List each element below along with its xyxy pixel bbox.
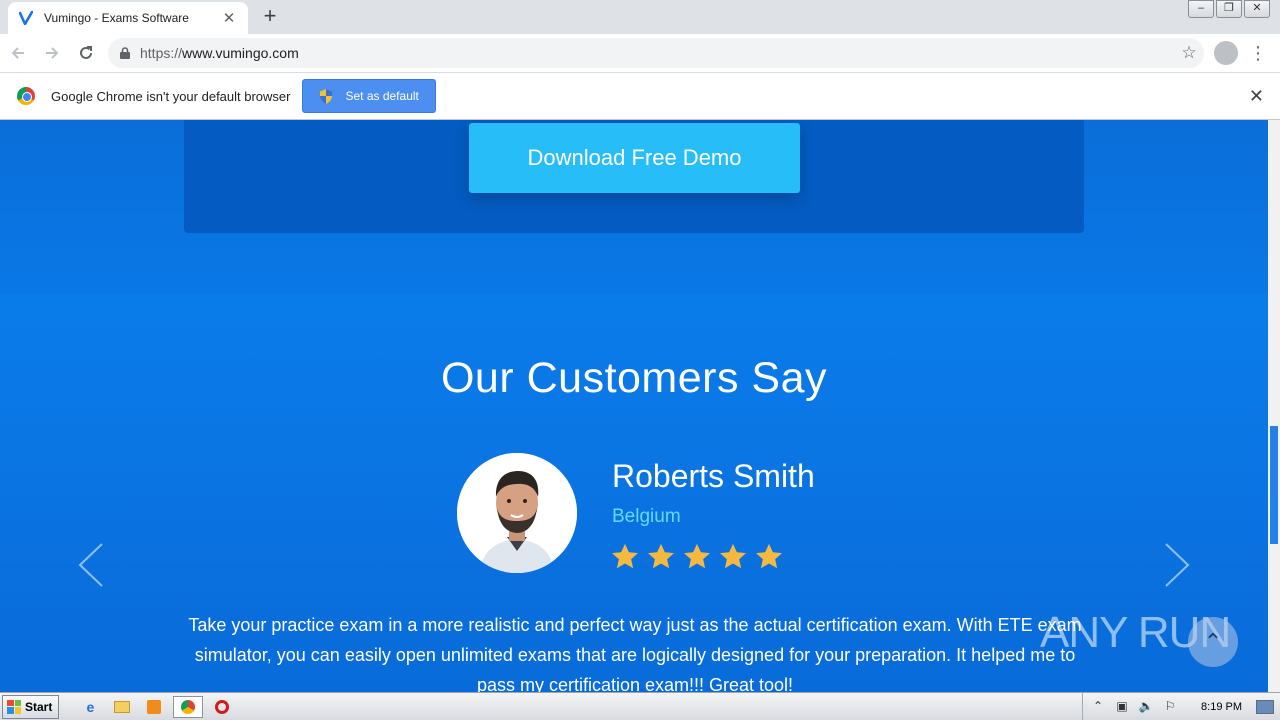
set-as-default-label: Set as default xyxy=(345,89,419,103)
windows-logo-icon xyxy=(7,699,21,714)
show-desktop-button[interactable] xyxy=(1256,699,1274,714)
back-arrow-icon xyxy=(11,47,24,59)
address-bar[interactable]: https://www.vumingo.com ☆ xyxy=(108,38,1204,68)
browser-titlebar: Vumingo - Exams Software ✕ + – ❐ ✕ xyxy=(0,0,1280,34)
uac-shield-icon xyxy=(320,88,333,104)
internet-explorer-icon[interactable]: e xyxy=(77,696,103,718)
new-tab-button[interactable]: + xyxy=(258,5,282,29)
network-icon[interactable]: ▣ xyxy=(1113,699,1131,715)
page-scrollbar[interactable] xyxy=(1268,120,1280,692)
restore-button[interactable]: ❐ xyxy=(1216,0,1242,18)
tab-close-icon[interactable]: ✕ xyxy=(220,9,238,27)
section-title: Our Customers Say xyxy=(440,354,828,402)
file-explorer-icon[interactable] xyxy=(109,696,135,718)
browser-tab[interactable]: Vumingo - Exams Software ✕ xyxy=(8,2,248,34)
scroll-to-top-button[interactable]: ⌃ xyxy=(1188,617,1238,667)
close-window-button[interactable]: ✕ xyxy=(1244,0,1270,18)
rating-star-icon xyxy=(648,543,674,569)
url-host: www.vumingo.com xyxy=(182,45,299,61)
chrome-taskbar-icon[interactable] xyxy=(173,695,204,718)
customer-country: Belgium xyxy=(612,506,681,527)
window-controls: – ❐ ✕ xyxy=(1186,0,1270,18)
infobar-close-icon[interactable]: ✕ xyxy=(1249,86,1264,107)
carousel-next-icon[interactable] xyxy=(1162,540,1192,590)
default-browser-infobar: Google Chrome isn't your default browser… xyxy=(0,72,1280,120)
forward-button[interactable] xyxy=(36,37,68,69)
infobar-message: Google Chrome isn't your default browser xyxy=(51,88,291,104)
action-center-flag-icon[interactable]: ⚐ xyxy=(1161,699,1179,715)
tab-title: Vumingo - Exams Software xyxy=(44,11,189,25)
carousel-prev-icon[interactable] xyxy=(76,540,106,590)
bookmark-star-icon[interactable]: ☆ xyxy=(1174,43,1204,63)
set-as-default-button[interactable]: Set as default xyxy=(302,79,436,113)
download-free-demo-button[interactable]: Download Free Demo xyxy=(469,123,800,193)
windows-taskbar: Start e ⌃ ▣ 🔈 ⚐ 8:19 PM xyxy=(0,692,1280,720)
start-label: Start xyxy=(25,699,53,714)
vumingo-favicon-icon xyxy=(18,10,34,26)
forward-arrow-icon xyxy=(46,47,59,59)
opera-icon[interactable] xyxy=(209,696,235,718)
customer-photo-icon xyxy=(457,453,577,573)
start-button[interactable]: Start xyxy=(2,694,60,719)
customer-name: Roberts Smith xyxy=(612,458,815,494)
customer-avatar xyxy=(457,453,577,573)
menu-kebab-icon[interactable]: ⋮ xyxy=(1248,41,1268,65)
browser-toolbar: https://www.vumingo.com ☆ ⋮ xyxy=(0,34,1280,72)
testimonial-quote: Take your practice exam in a more realis… xyxy=(188,615,1082,692)
lock-icon xyxy=(120,47,130,59)
scrollbar-thumb[interactable] xyxy=(1270,426,1278,544)
minimize-button[interactable]: – xyxy=(1188,0,1214,18)
url-text: https://www.vumingo.com xyxy=(140,45,1174,61)
url-scheme: https:// xyxy=(140,45,183,61)
chrome-logo-icon xyxy=(17,87,35,105)
rating-stars xyxy=(610,542,790,572)
tray-expand-icon[interactable]: ⌃ xyxy=(1089,699,1107,715)
rating-star-icon xyxy=(684,543,710,569)
system-tray: ⌃ ▣ 🔈 ⚐ 8:19 PM xyxy=(1082,693,1280,720)
profile-avatar-icon[interactable] xyxy=(1214,41,1238,65)
rating-star-icon xyxy=(720,543,746,569)
media-player-icon[interactable] xyxy=(141,696,167,718)
reload-button[interactable] xyxy=(70,37,102,69)
reload-icon xyxy=(80,46,92,59)
rating-star-icon xyxy=(756,543,782,569)
taskbar-clock: 8:19 PM xyxy=(1201,700,1242,713)
volume-icon[interactable]: 🔈 xyxy=(1137,699,1155,715)
back-button[interactable] xyxy=(2,37,34,69)
page-content: Download Free Demo Our Customers Say Rob… xyxy=(0,120,1268,692)
demo-section: Download Free Demo xyxy=(0,120,1268,294)
rating-star-icon xyxy=(612,543,638,569)
